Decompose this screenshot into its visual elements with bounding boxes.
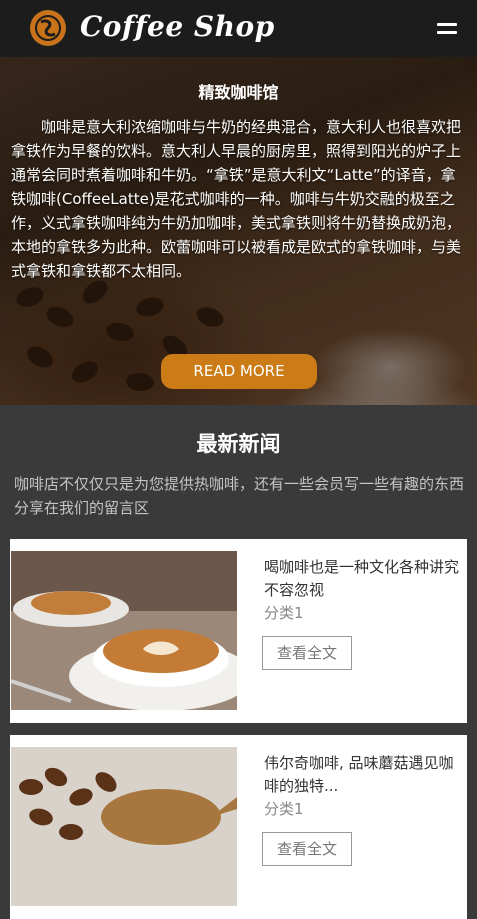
view-full-article-button[interactable]: 查看全文 — [262, 636, 352, 670]
brand-name[interactable]: Coffee Shop — [80, 10, 275, 43]
view-full-article-button[interactable]: 查看全文 — [262, 832, 352, 866]
hero-description: 咖啡是意大利浓缩咖啡与牛奶的经典混合，意大利人也很喜欢把拿铁作为早餐的饮料。意大… — [11, 118, 462, 280]
news-card-title[interactable]: 伟尔奇咖啡, 品味蘑菇遇见咖啡的独特... — [264, 752, 460, 798]
site-header: Coffee Shop — [0, 0, 477, 57]
hamburger-menu-icon[interactable] — [437, 21, 459, 37]
hero-banner: 精致咖啡馆 咖啡是意大利浓缩咖啡与牛奶的经典混合，意大利人也很喜欢把拿铁作为早餐… — [0, 57, 477, 405]
latte-cup-image[interactable] — [11, 551, 237, 710]
news-card-category: 分类1 — [264, 604, 304, 622]
news-section-title: 最新新闻 — [196, 432, 281, 456]
news-section-description: 咖啡店不仅仅只是为您提供热咖啡，还有一些会员写一些有趣的东西分享在我们的留言区 — [14, 475, 465, 517]
coffee-bean-logo-icon[interactable] — [29, 9, 67, 47]
news-card[interactable]: 伟尔奇咖啡, 品味蘑菇遇见咖啡的独特... 分类1 查看全文 — [10, 735, 467, 919]
news-card-title[interactable]: 喝咖啡也是一种文化各种讲究不容忽视 — [264, 556, 460, 602]
news-card-category: 分类1 — [264, 800, 304, 818]
coffee-beans-spoon-image[interactable] — [11, 747, 237, 906]
read-more-button[interactable]: READ MORE — [161, 354, 317, 389]
hero-title: 精致咖啡馆 — [198, 83, 279, 102]
news-card[interactable]: 喝咖啡也是一种文化各种讲究不容忽视 分类1 查看全文 — [10, 539, 467, 723]
